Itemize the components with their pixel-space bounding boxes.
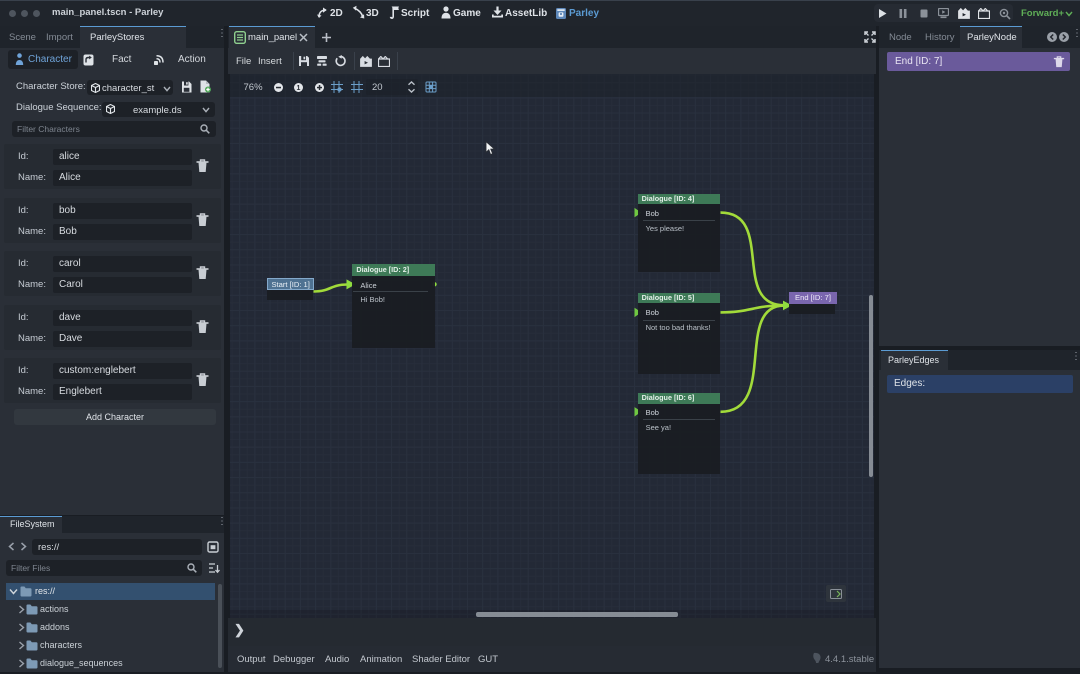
svg-text:1: 1 (297, 85, 301, 92)
